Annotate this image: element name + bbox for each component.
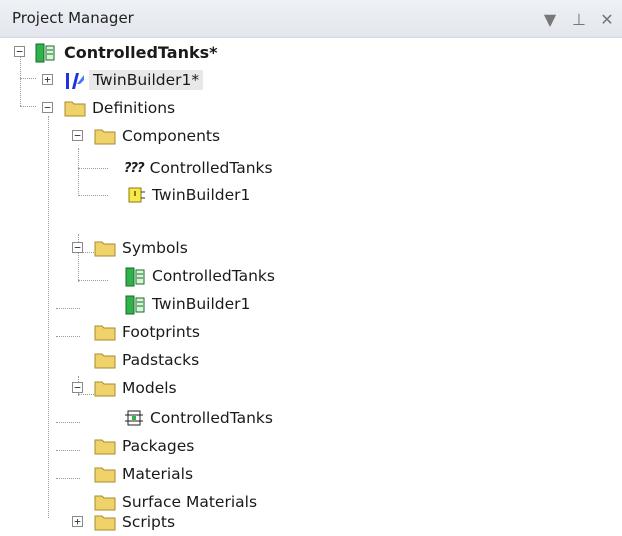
collapse-toggle[interactable]: − (14, 46, 25, 57)
collapse-toggle[interactable]: − (72, 242, 83, 253)
tree-label: TwinBuilder1 (152, 186, 251, 204)
tree-guide (78, 168, 108, 169)
tree-label: ControlledTanks (150, 409, 273, 427)
panel-titlebar: Project Manager ▼ ⊥ ✕ (0, 0, 622, 38)
tree-item-root[interactable]: − ControlledTanks* (8, 38, 218, 66)
close-icon[interactable]: ✕ (594, 6, 620, 32)
tree-guide (78, 148, 79, 196)
tree-item-component-controlledtanks[interactable]: ??? ControlledTanks (124, 154, 273, 182)
folder-icon (94, 126, 116, 146)
unknown-component-icon: ??? (124, 160, 145, 176)
tree-guide (78, 280, 108, 281)
tree-guide (48, 116, 49, 518)
tree-label: ControlledTanks* (64, 42, 218, 62)
tree-item-scripts[interactable]: + Scripts (64, 508, 175, 536)
tree-label: Padstacks (122, 351, 200, 369)
tree-label: Definitions (92, 99, 176, 117)
tree-label: Packages (122, 437, 195, 455)
symbol-icon (124, 294, 146, 315)
tree-label: TwinBuilder1 (152, 295, 251, 313)
symbol-icon (124, 266, 146, 287)
panel-title: Project Manager (12, 9, 134, 27)
folder-icon (94, 350, 116, 370)
tree-label: Footprints (122, 323, 200, 341)
tree-item-model-controlledtanks[interactable]: ControlledTanks (124, 404, 273, 432)
folder-icon (94, 464, 116, 484)
collapse-toggle[interactable]: − (42, 102, 53, 113)
tree-guide (56, 450, 80, 451)
model-icon (124, 408, 144, 428)
folder-icon (94, 512, 116, 532)
folder-icon (94, 322, 116, 342)
collapse-toggle[interactable]: − (72, 130, 83, 141)
folder-icon (94, 378, 116, 398)
pin-icon[interactable]: ⊥ (566, 6, 592, 32)
folder-icon (64, 98, 86, 118)
dropdown-icon[interactable]: ▼ (537, 6, 563, 32)
tree-item-footprints[interactable]: Footprints (94, 318, 200, 346)
project-tree: − ControlledTanks* + TwinBuilder1* − Def… (0, 38, 622, 531)
tree-label: ControlledTanks (152, 267, 275, 285)
tree-label: Symbols (122, 239, 188, 257)
tree-label: Scripts (122, 513, 176, 531)
expand-toggle[interactable]: + (72, 516, 83, 527)
tree-item-component-twinbuilder[interactable]: TwinBuilder1 (126, 181, 250, 209)
tree-item-packages[interactable]: Packages (94, 432, 194, 460)
tree-guide (78, 195, 108, 196)
tree-guide (56, 422, 80, 423)
tree-label: Materials (122, 465, 194, 483)
expand-toggle[interactable]: + (42, 74, 53, 85)
twinbuilder-icon (64, 70, 86, 90)
tree-item-padstacks[interactable]: Padstacks (94, 346, 199, 374)
tree-item-materials[interactable]: Materials (94, 460, 193, 488)
tree-item-components[interactable]: − Components (64, 122, 220, 150)
component-icon (126, 185, 146, 205)
tree-item-symbol-twinbuilder[interactable]: TwinBuilder1 (124, 290, 250, 318)
tree-guide (56, 478, 80, 479)
folder-icon (94, 238, 116, 258)
tree-item-symbol-controlledtanks[interactable]: ControlledTanks (124, 262, 275, 290)
tree-label: Models (122, 379, 177, 397)
design-icon (34, 42, 56, 63)
tree-label: ControlledTanks (149, 159, 273, 177)
tree-label: TwinBuilder1* (89, 70, 204, 90)
tree-guide (56, 336, 80, 337)
tree-guide (56, 308, 80, 309)
collapse-toggle[interactable]: − (72, 382, 83, 393)
tree-label: Components (122, 127, 221, 145)
folder-icon (94, 436, 116, 456)
tree-item-definitions[interactable]: − Definitions (34, 94, 175, 122)
tree-item-symbols[interactable]: − Symbols (64, 234, 188, 262)
tree-item-twinbuilder[interactable]: + TwinBuilder1* (34, 66, 204, 94)
tree-item-models[interactable]: − Models (64, 374, 177, 402)
